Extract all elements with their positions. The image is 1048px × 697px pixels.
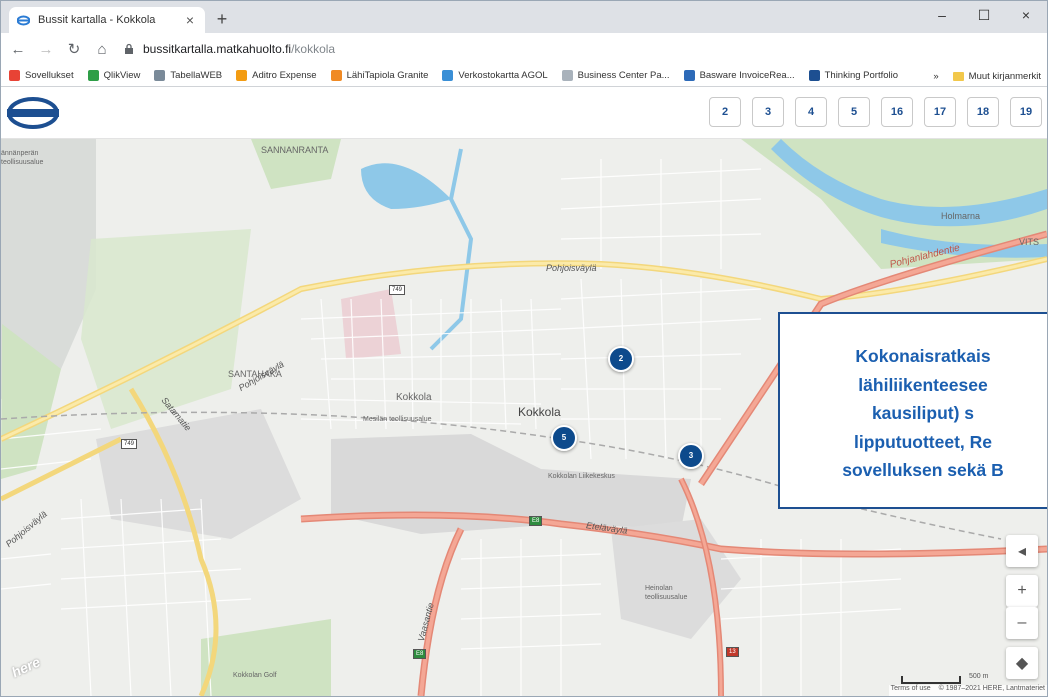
- bookmark-label: Sovellukset: [25, 70, 74, 81]
- place-label: ännänperän teollisuusalue: [1, 150, 44, 166]
- bus-cluster-marker[interactable]: 2: [608, 346, 634, 372]
- apps-icon: [9, 70, 20, 81]
- bus-cluster-marker[interactable]: 5: [551, 425, 577, 451]
- route-filter: 2 3 4 5 16 17 18 19: [709, 97, 1047, 127]
- bookmarks-bar: Sovellukset QlikView TabellaWEB Aditro Expe…: [1, 65, 1047, 87]
- callout-line: kausiliput) s: [871, 403, 975, 424]
- bookmark-item[interactable]: Sovellukset: [9, 70, 74, 81]
- bookmark-label: Business Center Pa...: [577, 70, 670, 81]
- bookmark-label: QlikView: [103, 70, 141, 81]
- layers-icon[interactable]: ◆: [1006, 647, 1038, 679]
- road-shield: E8: [529, 516, 543, 526]
- road-shield: 13: [726, 647, 739, 657]
- copyright-text: © 1987–2021 HERE, Lantmateriet: [938, 685, 1045, 692]
- tabellaweb-icon: [154, 70, 166, 81]
- browser-toolbar: ← → ↻ ⌂ bussitkartalla.matkahuolto.fi/ko…: [1, 33, 1047, 88]
- place-label: Holmarna: [941, 211, 981, 221]
- scale-bar: [901, 676, 961, 684]
- tab-title: Bussit kartalla - Kokkola: [38, 14, 156, 26]
- bookmark-label: Verkostokartta AGOL: [458, 70, 548, 81]
- forward-arrow-icon[interactable]: →: [35, 38, 57, 60]
- bookmark-label: TabellaWEB: [170, 70, 223, 81]
- bookmark-item[interactable]: Basware InvoiceRea...: [683, 70, 795, 81]
- bookmark-label: Aditro Expense: [252, 70, 317, 81]
- place-label: Kokkola: [518, 405, 561, 419]
- bookmark-label: Basware InvoiceRea...: [699, 70, 795, 81]
- road-shield: 749: [121, 439, 138, 449]
- matkahuolto-favicon-icon: [17, 15, 30, 25]
- callout-line: lipputuotteet, Re: [853, 431, 993, 452]
- scale-label: 500 m: [969, 673, 989, 680]
- bookmark-item[interactable]: QlikView: [87, 70, 141, 81]
- address-bar[interactable]: bussitkartalla.matkahuolto.fi/kokkola: [113, 37, 883, 61]
- info-callout: Kokonaisratkais lähiliikenteesee kausilipu…: [778, 312, 1047, 509]
- bookmark-item[interactable]: TabellaWEB: [154, 70, 222, 81]
- callout-line: sovelluksen sekä B: [842, 460, 1004, 481]
- reload-icon[interactable]: ↻: [63, 38, 85, 60]
- bookmarks-more-button[interactable]: »: [933, 71, 938, 82]
- route-button-16[interactable]: 16: [881, 97, 913, 127]
- route-button-4[interactable]: 4: [795, 97, 827, 127]
- route-button-17[interactable]: 17: [924, 97, 956, 127]
- terms-of-use-link[interactable]: Terms of use: [891, 685, 931, 696]
- other-bookmarks-link[interactable]: Muut kirjanmerkit: [969, 71, 1041, 82]
- callout-line: lähiliikenteesee: [858, 374, 988, 395]
- route-button-3[interactable]: 3: [752, 97, 784, 127]
- agol-icon: [442, 70, 454, 81]
- zoom-in-button[interactable]: +: [1006, 575, 1038, 607]
- route-button-2[interactable]: 2: [709, 97, 741, 127]
- home-icon[interactable]: ⌂: [91, 38, 113, 60]
- url-path: /kokkola: [291, 42, 336, 56]
- business-center-icon: [561, 70, 573, 81]
- route-button-19[interactable]: 19: [1010, 97, 1042, 127]
- zoom-out-button[interactable]: –: [1006, 607, 1038, 639]
- route-button-5[interactable]: 5: [838, 97, 870, 127]
- lahitapiola-icon: [330, 70, 342, 81]
- route-button-18[interactable]: 18: [967, 97, 999, 127]
- locate-icon[interactable]: ◂: [1006, 535, 1038, 567]
- url-text: bussitkartalla.matkahuolto.fi/kokkola: [143, 42, 335, 56]
- aditro-icon: [236, 70, 248, 81]
- place-label: VITS: [1019, 237, 1040, 247]
- place-label: Mesilän teollisuusalue: [363, 416, 432, 423]
- new-tab-button[interactable]: +: [211, 9, 233, 31]
- road-shield: 749: [389, 285, 406, 295]
- bookmark-item[interactable]: Thinking Portfolio: [808, 70, 899, 81]
- close-window-button[interactable]: ×: [1005, 1, 1047, 29]
- tab-strip: Bussit kartalla - Kokkola × + – ☐ ×: [1, 1, 1047, 33]
- map-attribution: Terms of use © 1987–2021 HERE, Lantmater…: [888, 685, 1047, 696]
- bookmarks-right: » Muut kirjanmerkit: [933, 65, 1041, 87]
- bus-cluster-marker[interactable]: 3: [678, 443, 704, 469]
- road-label: Pohjoisväylä: [546, 263, 597, 273]
- place-label: SANNANRANTA: [261, 145, 329, 155]
- road-shield: E8: [413, 649, 427, 659]
- matkahuolto-logo[interactable]: [5, 95, 61, 131]
- callout-line: Kokonaisratkais: [855, 346, 991, 367]
- place-label: Kokkola: [396, 392, 432, 403]
- maximize-button[interactable]: ☐: [963, 1, 1005, 29]
- back-arrow-icon[interactable]: ←: [7, 38, 29, 60]
- bookmark-label: LähiTapiola Granite: [346, 70, 429, 81]
- folder-icon: [952, 71, 964, 81]
- tab-close-icon[interactable]: ×: [183, 13, 197, 27]
- thinking-portfolio-icon: [808, 70, 820, 81]
- place-label: Kokkolan Liikekeskus: [548, 473, 615, 480]
- qlikview-icon: [87, 70, 99, 81]
- lock-icon: [125, 43, 133, 54]
- browser-window: Bussit kartalla - Kokkola × + – ☐ × ← → …: [0, 0, 1048, 697]
- bookmark-label: Thinking Portfolio: [824, 70, 899, 81]
- bookmark-item[interactable]: Aditro Expense: [236, 70, 317, 81]
- bookmark-item[interactable]: Business Center Pa...: [561, 70, 670, 81]
- map-view[interactable]: Kokkola Kokkola SANTAHAKA SANNANRANTA Holmar…: [1, 139, 1047, 696]
- place-label: Kokkolan Golf: [233, 672, 277, 679]
- browser-tab[interactable]: Bussit kartalla - Kokkola ×: [9, 7, 205, 33]
- basware-icon: [683, 70, 695, 81]
- url-host: bussitkartalla.matkahuolto.fi: [143, 42, 292, 56]
- place-label: Heinolan teollisuusalue: [645, 585, 688, 601]
- app-header: 2 3 4 5 16 17 18 19: [1, 87, 1047, 139]
- bookmark-item[interactable]: LähiTapiola Granite: [330, 70, 429, 81]
- bookmark-item[interactable]: Verkostokartta AGOL: [442, 70, 548, 81]
- minimize-button[interactable]: –: [921, 1, 963, 29]
